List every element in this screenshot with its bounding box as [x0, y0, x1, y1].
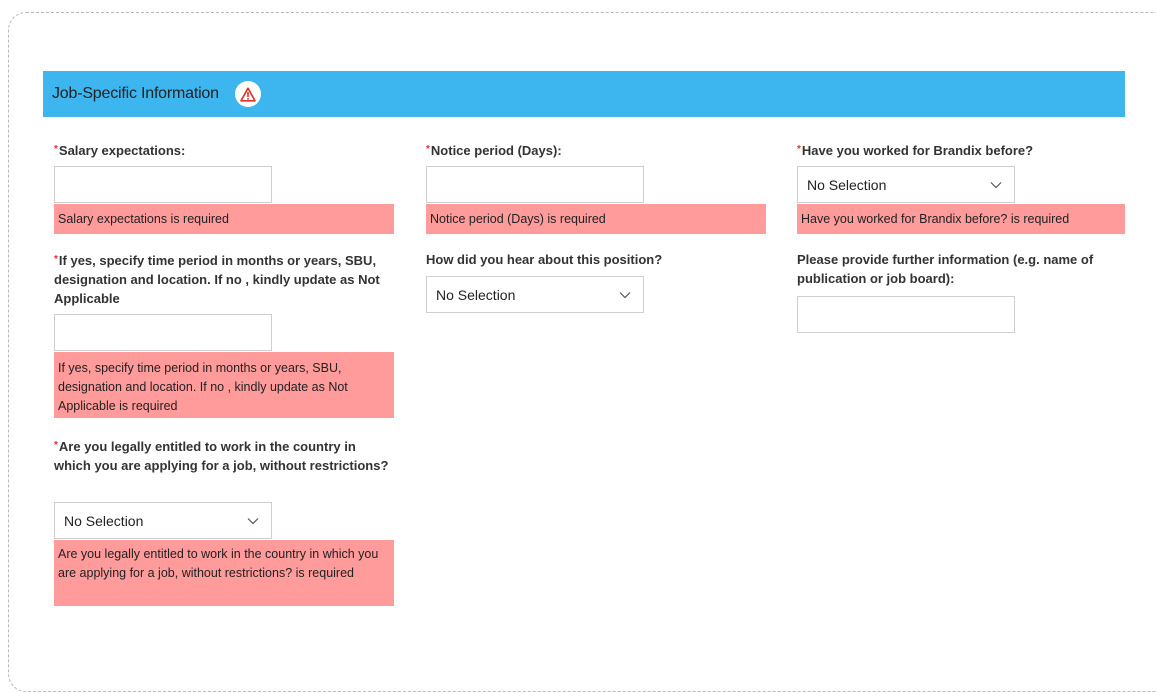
required-asterisk: * [797, 144, 801, 155]
notice-label-text: Notice period (Days): [430, 143, 562, 158]
salary-label: *Salary expectations: [54, 140, 394, 160]
salary-label-text: Salary expectations: [58, 143, 186, 158]
legally-entitled-label: *Are you legally entitled to work in the… [54, 436, 394, 475]
section-title: Job-Specific Information [52, 85, 219, 102]
required-asterisk: * [54, 144, 58, 155]
further-info-label-text: Please provide further information (e.g.… [797, 252, 1094, 286]
heard-about-label: How did you hear about this position? [426, 250, 766, 269]
further-info-label: Please provide further information (e.g.… [797, 250, 1117, 288]
required-asterisk: * [54, 254, 58, 265]
heard-about-label-text: How did you hear about this position? [426, 252, 663, 267]
required-asterisk: * [426, 144, 430, 155]
section-header: Job-Specific Information [43, 71, 1125, 117]
legally-entitled-error: Are you legally entitled to work in the … [54, 540, 394, 606]
worked-before-error: Have you worked for Brandix before? is r… [797, 204, 1125, 234]
chevron-down-icon [619, 291, 631, 298]
worked-before-label: *Have you worked for Brandix before? [797, 140, 1137, 160]
chevron-down-icon [247, 517, 259, 524]
heard-about-select[interactable]: No Selection [426, 276, 644, 313]
legally-entitled-select[interactable]: No Selection [54, 502, 272, 539]
notice-label: *Notice period (Days): [426, 140, 766, 160]
chevron-down-icon [990, 181, 1002, 188]
further-info-input[interactable] [797, 296, 1015, 333]
worked-before-select[interactable]: No Selection [797, 166, 1015, 203]
time-period-label-text: If yes, specify time period in months or… [54, 253, 380, 306]
worked-before-selected-value: No Selection [807, 176, 887, 193]
warning-triangle-icon [234, 81, 261, 107]
heard-about-selected-value: No Selection [436, 286, 516, 303]
legally-entitled-label-text: Are you legally entitled to work in the … [54, 439, 389, 473]
notice-input[interactable] [426, 166, 644, 203]
worked-before-label-text: Have you worked for Brandix before? [801, 143, 1034, 158]
notice-error: Notice period (Days) is required [426, 204, 766, 234]
salary-input[interactable] [54, 166, 272, 203]
legally-entitled-selected-value: No Selection [64, 512, 144, 529]
time-period-input[interactable] [54, 314, 272, 351]
time-period-error: If yes, specify time period in months or… [54, 352, 394, 418]
time-period-label: *If yes, specify time period in months o… [54, 250, 399, 308]
required-asterisk: * [54, 440, 58, 451]
salary-error: Salary expectations is required [54, 204, 394, 234]
